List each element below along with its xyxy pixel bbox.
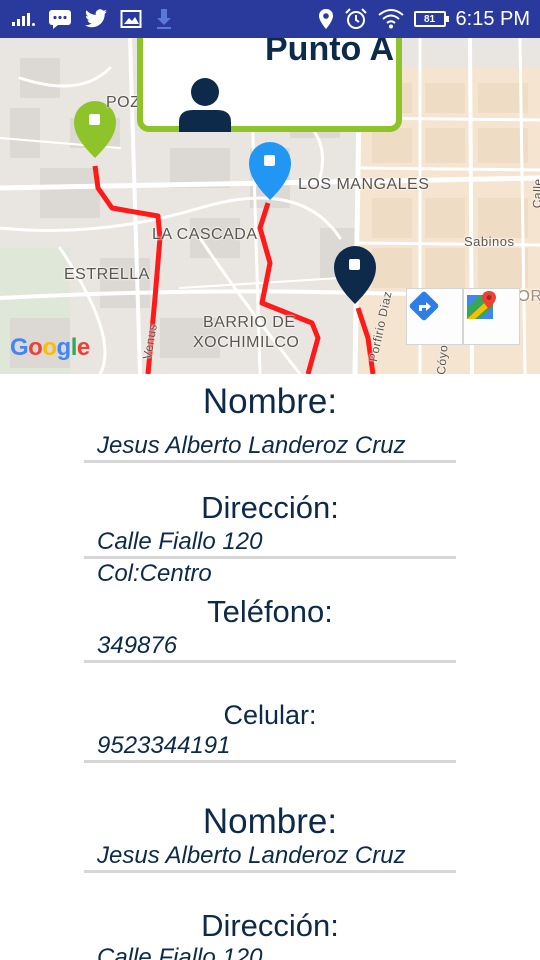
- field-value: 349876: [97, 632, 178, 659]
- image-icon: [120, 10, 142, 28]
- divider: [84, 460, 456, 463]
- map-label-calle: Calle: [530, 178, 540, 209]
- signal-icon: [12, 13, 35, 26]
- map-label-la-cascada: LA CASCADA: [152, 226, 258, 243]
- google-logo: Google: [10, 334, 90, 361]
- field-value: Calle Fiallo 120: [97, 944, 263, 960]
- map-label-poz: POZ: [106, 94, 141, 111]
- field-value: Jesus Alberto Landeroz Cruz: [97, 842, 406, 869]
- field-label: Celular:: [223, 700, 317, 730]
- map-label-estrella: ESTRELLA: [64, 266, 150, 283]
- divider: [84, 556, 456, 559]
- status-left-icons: [12, 0, 174, 38]
- field-label: Nombre:: [202, 802, 338, 841]
- directions-button[interactable]: [406, 288, 463, 345]
- battery-level: 81: [423, 13, 436, 25]
- field-label: Dirección:: [201, 490, 339, 525]
- field-label: Nombre:: [202, 382, 338, 421]
- field-label: Teléfono:: [207, 594, 333, 629]
- google-maps-icon: [467, 291, 496, 319]
- map-label-barrio-de: BARRIO DE: [203, 314, 296, 331]
- contact-details: Nombre: Jesus Alberto Landeroz Cruz Dire…: [0, 374, 540, 960]
- person-icon: [179, 78, 231, 132]
- divider: [84, 870, 456, 873]
- map-label-sabinos: Sabinos: [464, 234, 515, 249]
- map-label-xochimilco: XOCHIMILCO: [193, 334, 300, 351]
- battery-icon: 81: [413, 11, 449, 27]
- card-title: Punto A: [265, 38, 395, 68]
- map-view[interactable]: POZ LOS MANGALES LA CASCADA ESTRELLA BAR…: [0, 38, 540, 374]
- status-time: 6:15 PM: [455, 7, 530, 30]
- alarm-icon: [344, 8, 367, 29]
- divider: [84, 760, 456, 763]
- field-value: Jesus Alberto Landeroz Cruz: [97, 432, 406, 459]
- field-extra: Col:Centro: [97, 560, 212, 587]
- info-window-card[interactable]: Punto A: [137, 38, 402, 132]
- status-right-icons: 81 6:15 PM: [318, 0, 530, 38]
- divider: [84, 660, 456, 663]
- twitter-icon: [85, 9, 107, 28]
- directions-icon: [409, 291, 439, 321]
- open-in-maps-button[interactable]: [463, 288, 520, 345]
- field-label: Dirección:: [201, 908, 339, 943]
- field-value: Calle Fiallo 120: [97, 528, 263, 555]
- chat-icon: [49, 10, 71, 29]
- field-value: 9523344191: [97, 732, 231, 759]
- status-bar: 81 6:15 PM: [0, 0, 540, 38]
- location-icon: [318, 9, 333, 29]
- download-icon: [157, 9, 171, 29]
- wifi-icon: [377, 9, 404, 29]
- map-label-los-mangales: LOS MANGALES: [298, 176, 430, 193]
